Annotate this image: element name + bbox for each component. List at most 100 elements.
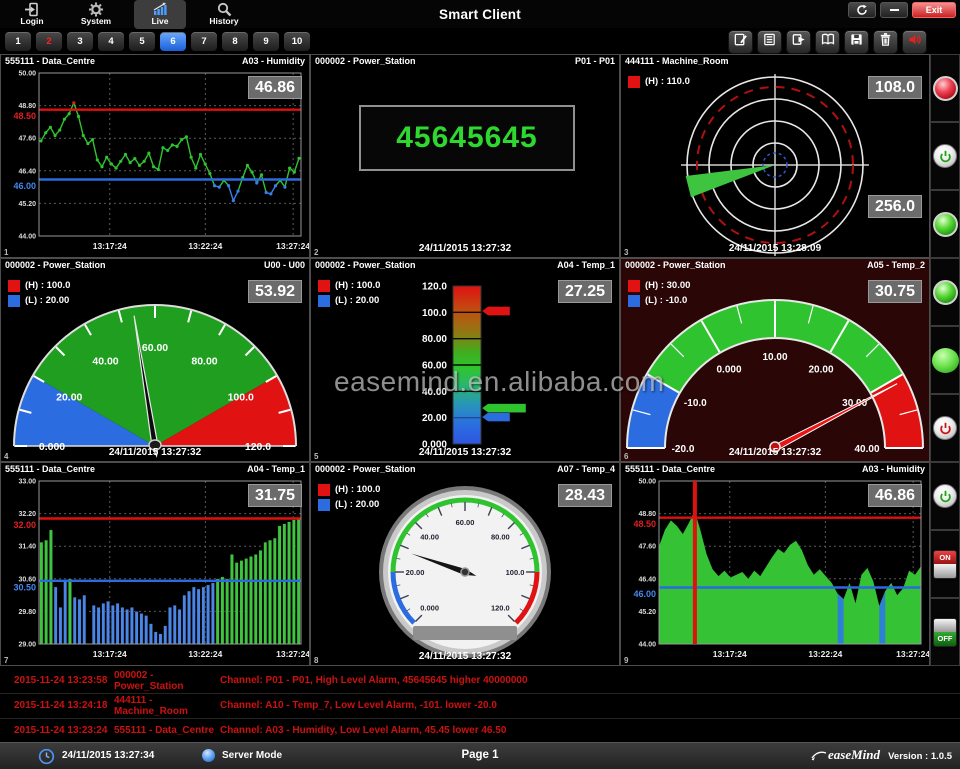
minimize-icon (890, 9, 899, 11)
run-button[interactable] (786, 30, 811, 54)
legend-row: (L) : 20.00 (8, 293, 70, 308)
edit-button[interactable] (728, 30, 753, 54)
panel-number: 4 (4, 452, 8, 461)
y-axis-tick: 47.60 (18, 136, 36, 143)
alarm-station: 000002 - Power_Station (114, 670, 220, 692)
y-axis-tick: 29.00 (18, 642, 36, 649)
page-tab-10[interactable]: 10 (283, 31, 311, 52)
alarm-row[interactable]: 2015-11-24 13:23:58000002 - Power_Statio… (0, 668, 960, 694)
sound-button[interactable] (902, 30, 927, 54)
page-tab-7[interactable]: 7 (190, 31, 218, 52)
panel-timestamp: 24/11/2015 13:27:32 (311, 243, 619, 254)
led-green-indicator[interactable] (932, 348, 959, 373)
version-label: Version : 1.0.5 (888, 751, 952, 762)
panel-7[interactable]: 555111 - Data_CentreA04 - Temp_133.0032.… (0, 462, 310, 666)
panel-5[interactable]: 000002 - Power_StationA04 - Temp_10.0002… (310, 258, 620, 462)
panel-legend: (H) : 100.0(L) : 20.00 (318, 482, 380, 512)
power-green-button-1-cell (930, 122, 960, 190)
run-icon (791, 32, 806, 52)
switch-bottom-half (934, 564, 956, 578)
legend-label: (H) : 100.0 (335, 484, 380, 495)
panel-8[interactable]: 000002 - Power_StationA07 - Temp_40.0002… (310, 462, 620, 666)
panel-legend: (H) : 30.00(L) : -10.0 (628, 278, 690, 308)
refresh-button[interactable] (848, 2, 876, 18)
brand-swoosh-icon (811, 747, 827, 763)
alarm-time: 2015-11-24 13:23:58 (14, 675, 114, 686)
power-red-button[interactable] (933, 416, 957, 440)
panel-6[interactable]: 000002 - Power_StationA05 - Temp_2-20.0-… (620, 258, 930, 462)
panel-number: 2 (314, 248, 318, 257)
power-green-button-1[interactable] (933, 144, 957, 168)
rocker-switch-off[interactable]: OFF (933, 618, 957, 647)
panel-header: 444111 - Machine_Room (621, 55, 929, 69)
trash-button[interactable] (873, 30, 898, 54)
page-tab-8[interactable]: 8 (221, 31, 249, 52)
alarm-message: Channel: A03 - Humidity, Low Level Alarm… (220, 725, 506, 736)
panel-header: 555111 - Data_CentreA04 - Temp_1 (1, 463, 309, 477)
status-bar: 24/11/2015 13:27:34 Server Mode Page 1 e… (0, 742, 960, 769)
panel-header: 000002 - Power_StationU00 - U00 (1, 259, 309, 273)
save-button[interactable] (844, 30, 869, 54)
indicator-green-button-2[interactable] (933, 280, 958, 305)
gauge-tick-label: -10.0 (684, 398, 707, 409)
gauge-tick-label: 80.00 (191, 355, 217, 367)
panel-timestamp: 24/11/2015 13:27:32 (311, 447, 619, 458)
page-tab-4[interactable]: 4 (97, 31, 125, 52)
page-tab-2[interactable]: 2 (35, 31, 63, 52)
minimize-button[interactable] (880, 2, 908, 18)
power-green-button-2[interactable] (933, 484, 957, 508)
page-tab-1[interactable]: 1 (4, 31, 32, 52)
book-icon (820, 32, 836, 52)
legend-swatch-icon (628, 280, 640, 292)
gauge-tick-label: 10.00 (762, 352, 787, 363)
brand-logo: easeMind (811, 747, 880, 763)
panel-9[interactable]: 555111 - Data_CentreA03 - Humidity50.004… (620, 462, 930, 666)
x-axis-tick: 13:22:24 (808, 649, 842, 659)
panel-3[interactable]: 444111 - Machine_Room(H) : 110.0108.0256… (620, 54, 930, 258)
value-badge: 27.25 (558, 280, 612, 303)
page-tab-3[interactable]: 3 (66, 31, 94, 52)
panel-legend: (H) : 100.0(L) : 20.00 (318, 278, 380, 308)
app-title: Smart Client (0, 7, 960, 22)
panel-number: 5 (314, 452, 318, 461)
indicator-red-button-cell (930, 54, 960, 122)
rocker-switch-on[interactable]: ON (933, 550, 957, 579)
y-axis-tick: 50.00 (18, 71, 36, 78)
legend-swatch-icon (318, 499, 330, 511)
switch-label: OFF (938, 634, 953, 643)
legend-row: (H) : 110.0 (628, 74, 690, 89)
gauge-tick-label: 40.00 (92, 355, 118, 367)
x-axis-tick: 13:22:24 (188, 649, 222, 659)
panel-header: 000002 - Power_StationA05 - Temp_2 (621, 259, 929, 273)
alarm-row[interactable]: 2015-11-24 13:24:18444111 - Machine_Room… (0, 693, 960, 719)
panel-2[interactable]: 000002 - Power_StationP01 - P0124/11/201… (310, 54, 620, 258)
switch-top-half (934, 619, 956, 633)
y-axis-tick: 50.00 (638, 479, 656, 486)
page-tab-9[interactable]: 9 (252, 31, 280, 52)
switch-label: ON (939, 553, 950, 562)
panel-1[interactable]: 555111 - Data_CentreA03 - Humidity50.004… (0, 54, 310, 258)
y-axis-tick: 32.20 (18, 511, 36, 518)
legend-row: (L) : 20.00 (318, 293, 380, 308)
exit-button[interactable]: Exit (912, 2, 956, 18)
alarm-message: Channel: P01 - P01, High Level Alarm, 45… (220, 675, 528, 686)
indicator-green-button-1[interactable] (933, 212, 958, 237)
alarm-row[interactable]: 2015-11-24 13:23:24555111 - Data_CentreC… (0, 718, 960, 744)
indicator-red-button[interactable] (933, 76, 958, 101)
x-axis-tick: 13:17:24 (93, 241, 127, 251)
y-axis-tick: 46.40 (638, 576, 656, 583)
gauge-tick-label: 100.0 (228, 392, 254, 404)
high-limit-label: 48.50 (633, 519, 656, 529)
page-tab-5[interactable]: 5 (128, 31, 156, 52)
legend-row: (L) : -10.0 (628, 293, 690, 308)
page-tab-6[interactable]: 6 (159, 31, 187, 52)
x-axis-tick: 13:17:24 (93, 649, 127, 659)
book-button[interactable] (815, 30, 840, 54)
panel-legend: (H) : 110.0 (628, 74, 690, 89)
panel-4[interactable]: 000002 - Power_StationU00 - U000.00020.0… (0, 258, 310, 462)
value-badge-secondary: 256.0 (868, 195, 922, 218)
list-button[interactable] (757, 30, 782, 54)
panel-number: 3 (624, 248, 628, 257)
y-axis-tick: 31.40 (18, 544, 36, 551)
scale-tick-label: 60.00 (422, 361, 447, 372)
